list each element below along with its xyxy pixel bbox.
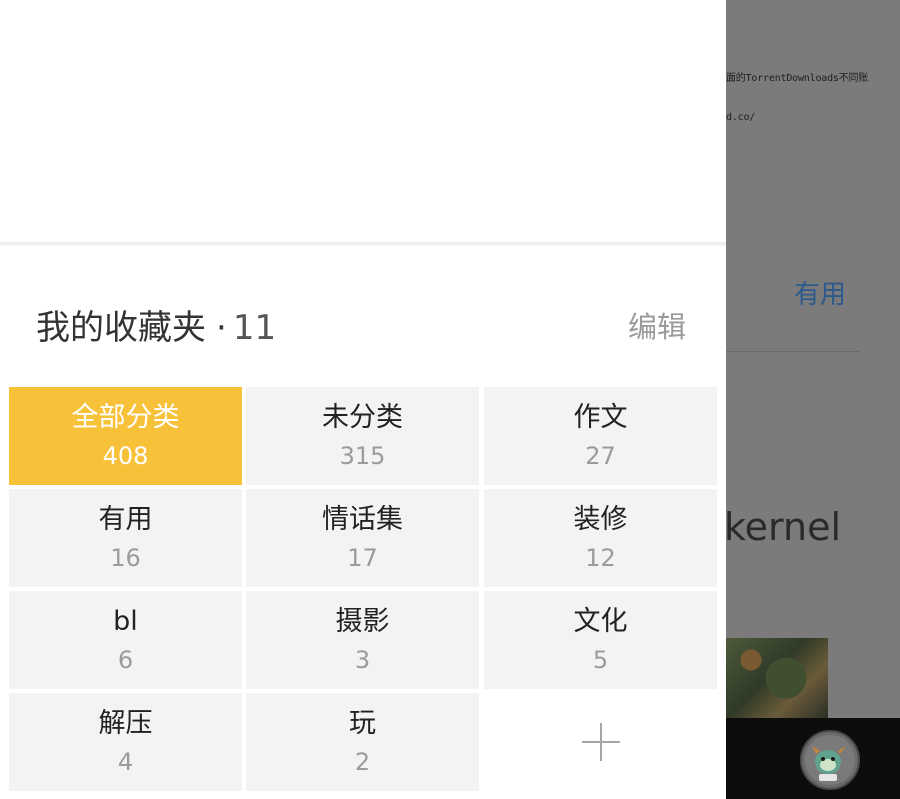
category-name: 摄影 [335,606,390,637]
plus-icon [581,723,620,761]
edit-button[interactable]: 编辑 [628,304,686,346]
category-love-words[interactable]: 情话集 17 [246,489,479,587]
category-decompress[interactable]: 解压 4 [9,693,242,791]
background-image [726,638,828,718]
background-page: 面的TorrentDownloads不同账 d.co/ 有用 kernel [726,0,900,799]
title-count: 11 [232,308,277,348]
add-category-button[interactable] [484,693,717,791]
category-name: 全部分类 [71,402,180,433]
category-count: 12 [585,544,616,572]
background-divider [726,351,860,352]
category-bl[interactable]: bl 6 [9,591,242,689]
category-all[interactable]: 全部分类 408 [9,387,242,485]
category-name: 解压 [98,708,153,739]
background-text-link: d.co/ [726,112,756,123]
category-name: 未分类 [322,402,403,433]
category-count: 6 [117,646,134,674]
category-photography[interactable]: 摄影 3 [246,591,479,689]
category-name: bl [113,606,138,637]
title-separator: · [216,308,227,348]
category-name: 作文 [573,402,628,433]
category-count: 408 [102,442,149,470]
category-culture[interactable]: 文化 5 [484,591,717,689]
category-count: 27 [585,442,616,470]
category-name: 玩 [349,708,376,739]
category-count: 4 [117,748,134,776]
category-decoration[interactable]: 装修 12 [484,489,717,587]
title-text: 我的收藏夹 [36,308,206,348]
category-useful[interactable]: 有用 16 [9,489,242,587]
blank-area [0,0,726,242]
favorites-title: 我的收藏夹 · 11 [36,300,276,349]
category-play[interactable]: 玩 2 [246,693,479,791]
category-count: 3 [354,646,371,674]
category-name: 情话集 [322,504,403,535]
category-count: 17 [347,544,378,572]
background-text-line: 面的TorrentDownloads不同账 [726,73,869,84]
dinosaur-icon [805,735,855,785]
category-name: 有用 [98,504,153,535]
category-count: 5 [592,646,609,674]
avatar[interactable] [800,730,860,790]
category-count: 2 [354,748,371,776]
category-count: 16 [110,544,141,572]
category-count: 315 [339,442,386,470]
background-useful-label: 有用 [794,280,847,310]
category-name: 文化 [573,606,628,637]
background-kernel-text: kernel [726,505,842,549]
category-name: 装修 [573,504,628,535]
category-uncategorized[interactable]: 未分类 315 [246,387,479,485]
category-composition[interactable]: 作文 27 [484,387,717,485]
